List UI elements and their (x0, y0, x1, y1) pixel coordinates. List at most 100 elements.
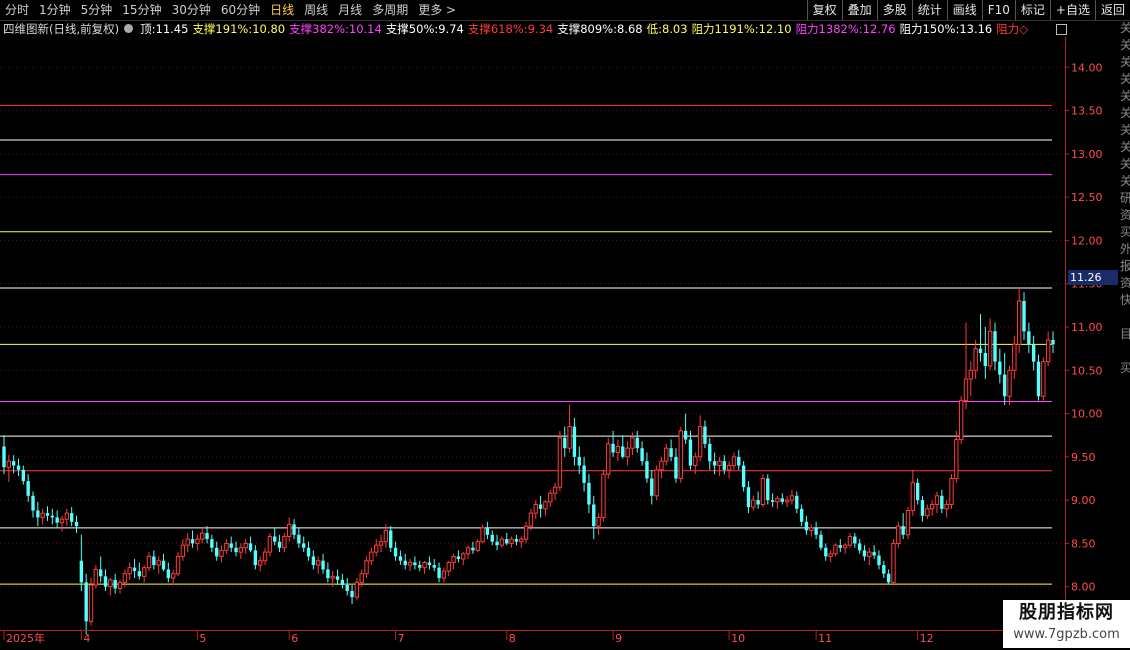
tool-button[interactable]: 多股 (876, 0, 912, 20)
candle-body (11, 461, 16, 466)
candle-body (383, 529, 389, 543)
indicator-item: 阻力1382%:12.76 (795, 21, 896, 36)
candle-body (161, 560, 166, 570)
candle-body (621, 446, 625, 457)
candle-body (760, 478, 766, 505)
x-tick-label: 12 (920, 632, 934, 645)
y-tick-label: 8.50 (1071, 537, 1096, 550)
candle-body (993, 331, 997, 362)
candle-body (146, 555, 152, 569)
candle-body (669, 448, 673, 457)
side-panel-char: 研 (1120, 191, 1130, 205)
candle-body (141, 567, 147, 577)
candle-body (896, 525, 901, 544)
candle-body (944, 503, 949, 510)
candle-body (940, 495, 944, 509)
candle-body (461, 553, 466, 560)
y-tick-label: 13.50 (1071, 105, 1103, 118)
candle-body (635, 437, 639, 449)
candle-body (929, 503, 935, 510)
candle-body (645, 461, 649, 479)
tool-button[interactable]: 叠加 (841, 0, 877, 20)
period-tab[interactable]: 30分钟 (167, 0, 216, 20)
period-tab[interactable]: 15分钟 (117, 0, 166, 20)
candle-body (717, 460, 722, 467)
candle-body (471, 547, 475, 551)
candle-body (253, 550, 258, 566)
side-panel-char: 关 (1120, 106, 1130, 120)
candle-body (915, 482, 920, 501)
side-panel-char: 关 (1120, 123, 1130, 137)
window-toggle-icon[interactable] (1056, 24, 1067, 35)
candle-body (737, 456, 741, 466)
candle-body (403, 560, 407, 566)
candle-body (374, 544, 379, 553)
candle-body (596, 516, 601, 527)
candle-body (393, 547, 398, 557)
candle-body (514, 539, 519, 542)
candle-body (538, 504, 543, 509)
candle-body (548, 492, 553, 503)
tool-button[interactable]: 复权 (806, 0, 842, 20)
watermark-title: 股朋指标网 (1019, 602, 1114, 623)
candle-body (697, 426, 703, 458)
x-tick-label: 9 (615, 632, 622, 645)
candle-body (615, 445, 621, 454)
candle-body (1007, 369, 1012, 397)
candle-body (50, 515, 55, 518)
tool-buttons: 复权 叠加 多股 统计 画线 F10 标记 +自选 返回 (806, 0, 1130, 20)
side-panel-char: 关 (1120, 21, 1130, 35)
period-tab[interactable]: 日线 (265, 0, 299, 20)
candle-body (804, 521, 809, 531)
period-tab[interactable]: 更多 > (413, 0, 461, 20)
candle-body (557, 437, 563, 488)
candle-body (978, 348, 983, 353)
candle-body (722, 461, 726, 470)
candle-body (664, 447, 669, 462)
candle-body (731, 456, 737, 467)
period-tab[interactable]: 周线 (299, 0, 333, 20)
candle-body (842, 544, 848, 549)
candle-body (795, 495, 799, 509)
candle-body (103, 576, 108, 587)
candle-body (2, 446, 6, 468)
period-tab[interactable]: 月线 (333, 0, 367, 20)
candle-body (857, 543, 862, 551)
tool-button[interactable]: +自选 (1049, 0, 1095, 20)
candle-body (475, 541, 480, 551)
tool-button[interactable]: 标记 (1014, 0, 1050, 20)
gear-icon[interactable] (124, 24, 134, 33)
period-tab[interactable]: 分时 (0, 0, 34, 20)
period-tab[interactable]: 1分钟 (34, 0, 76, 20)
candlestick-chart[interactable]: 7.508.008.509.009.5010.0010.5011.0011.50… (0, 37, 1120, 650)
tool-button[interactable]: F10 (981, 0, 1015, 20)
candle-body (437, 567, 441, 579)
period-tabs: 分时 1分钟 5分钟 15分钟 30分钟 60分钟 日线 周线 月线 多周期 更多 > (0, 0, 461, 20)
candle-body (592, 504, 596, 527)
candle-body (1051, 339, 1055, 345)
period-tab[interactable]: 60分钟 (216, 0, 265, 20)
candle-body (674, 456, 678, 479)
last-price-tag: 11.26 (1068, 270, 1118, 285)
candle-body (920, 500, 925, 516)
candle-body (954, 439, 959, 480)
candle-body (190, 539, 195, 544)
period-tab[interactable]: 5分钟 (76, 0, 118, 20)
candle-body (703, 426, 707, 444)
tool-button[interactable]: 返回 (1094, 0, 1130, 20)
candle-body (572, 426, 577, 457)
side-panel-char: 买 (1120, 225, 1130, 239)
tool-button[interactable]: 统计 (911, 0, 947, 20)
candle-body (330, 575, 335, 579)
x-tick-label: 4 (83, 632, 90, 645)
period-tab[interactable]: 多周期 (367, 0, 413, 20)
side-panel-char (1120, 343, 1130, 360)
candle-body (364, 560, 369, 575)
candle-body (427, 562, 432, 566)
x-tick-label: 2025年 (6, 631, 45, 645)
tool-button[interactable]: 画线 (946, 0, 982, 20)
candle-body (780, 498, 784, 502)
candle-body (611, 443, 615, 453)
candle-body (814, 527, 818, 535)
candle-body (369, 551, 374, 562)
